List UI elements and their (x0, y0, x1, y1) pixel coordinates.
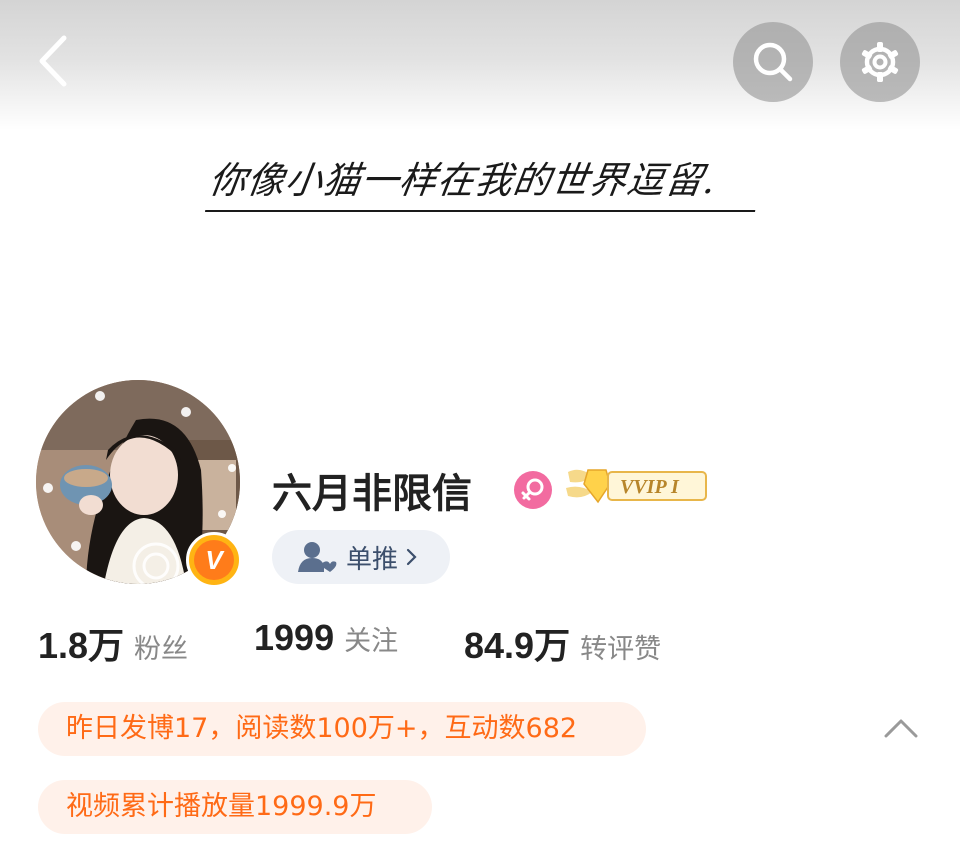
following-label: 关注 (344, 626, 399, 657)
header-background (0, 0, 960, 130)
verified-badge: V (186, 532, 242, 588)
yesterday-activity-pill[interactable]: 昨日发博17，阅读数100万+，互动数682 (38, 702, 646, 756)
username: 六月非限信 (272, 471, 472, 517)
chevron-left-icon (39, 35, 67, 87)
back-button[interactable] (30, 28, 86, 94)
person-icon (298, 542, 337, 572)
gear-icon (861, 42, 899, 82)
recommend-button[interactable]: 单推 (272, 530, 450, 584)
verified-v-icon: V (194, 540, 234, 580)
vvip-level-label: VVIP I (620, 476, 680, 498)
chevron-up-icon (884, 719, 918, 738)
banner-quote: 你像小猫一样在我的世界逗留. (205, 158, 763, 212)
recommend-label: 单推 (346, 544, 399, 575)
video-views-pill[interactable]: 视频累计播放量1999.9万 (38, 780, 432, 834)
collapse-button[interactable] (880, 710, 922, 746)
vvip-badge[interactable]: VVIP I (562, 462, 710, 508)
chevron-right-icon (406, 548, 417, 566)
search-icon (753, 42, 793, 82)
settings-button[interactable] (840, 22, 920, 102)
following-count: 1999 (254, 617, 335, 658)
followers-count: 1.8万 (38, 625, 125, 666)
followers-label: 粉丝 (134, 634, 189, 665)
interactions-count: 84.9万 (464, 625, 571, 666)
female-icon (514, 471, 552, 509)
interactions-label: 转评赞 (580, 634, 662, 665)
search-button[interactable] (733, 22, 813, 102)
followers-stat[interactable]: 1.8万 粉丝 (38, 617, 188, 669)
interactions-stat[interactable]: 84.9万 转评赞 (464, 617, 661, 669)
following-stat[interactable]: 1999 关注 (254, 617, 398, 659)
